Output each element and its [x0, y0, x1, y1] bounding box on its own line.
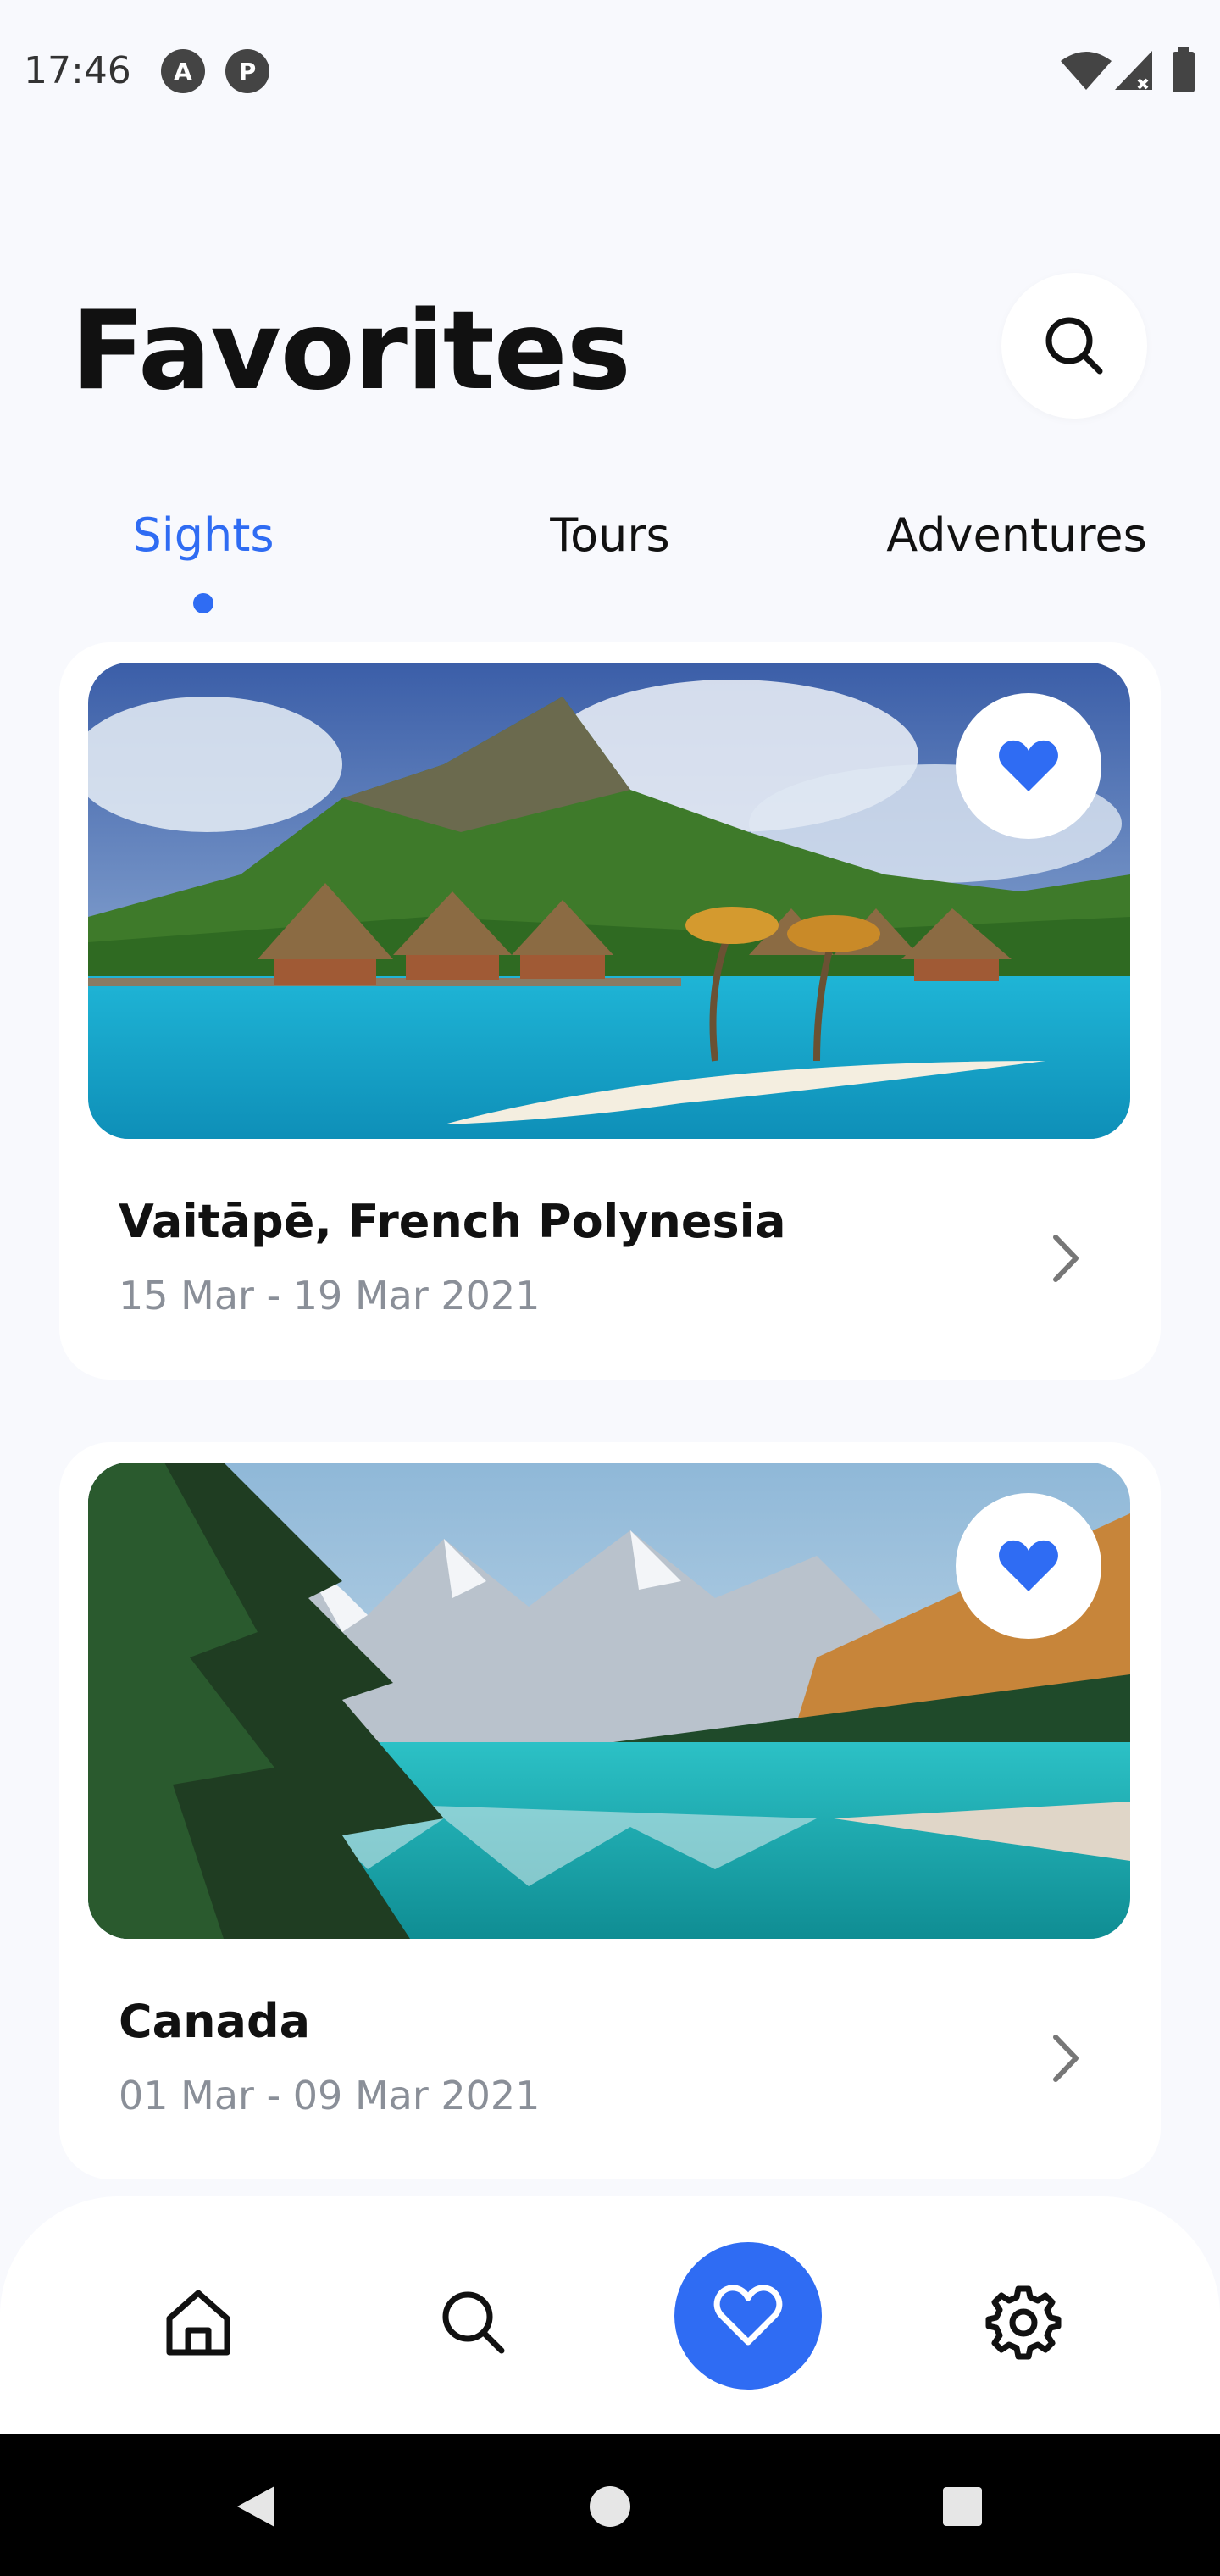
heart-icon — [713, 2285, 783, 2346]
search-icon — [1045, 317, 1103, 375]
home-icon — [166, 2290, 230, 2356]
tab-sights[interactable]: Sights — [119, 508, 288, 562]
tab-tours[interactable]: Tours — [508, 508, 712, 562]
cellular-signal-icon — [1115, 51, 1152, 90]
notification-app-icon-2: P — [225, 49, 269, 93]
home-button[interactable] — [585, 2481, 635, 2532]
nav-search[interactable] — [422, 2271, 524, 2373]
nav-favorites[interactable] — [674, 2242, 822, 2390]
page-title: Favorites — [71, 288, 631, 414]
favorite-card[interactable]: Vaitāpē, French Polynesia 15 Mar - 19 Ma… — [59, 642, 1161, 1380]
favorite-toggle-button[interactable] — [956, 693, 1101, 839]
chevron-right-icon[interactable] — [1047, 1230, 1084, 1286]
heart-filled-icon — [999, 740, 1058, 791]
search-button[interactable] — [1001, 273, 1147, 419]
chevron-right-icon[interactable] — [1047, 2030, 1084, 2086]
recents-square-icon — [943, 2487, 982, 2526]
recents-button[interactable] — [937, 2481, 988, 2532]
home-circle-icon — [590, 2486, 630, 2527]
gear-icon — [985, 2285, 1062, 2360]
battery-icon — [1173, 47, 1195, 92]
back-button[interactable] — [230, 2481, 281, 2532]
nav-home[interactable] — [147, 2271, 249, 2373]
search-icon — [442, 2291, 505, 2354]
system-navigation-bar — [0, 2434, 1220, 2576]
trip-dates: 15 Mar - 19 Mar 2021 — [119, 1273, 541, 1319]
notification-app-icon: A — [161, 49, 205, 93]
active-tab-indicator — [193, 593, 214, 613]
destination-name: Vaitāpē, French Polynesia — [119, 1195, 786, 1248]
destination-name: Canada — [119, 1995, 311, 2048]
back-triangle-icon — [237, 2486, 274, 2527]
trip-dates: 01 Mar - 09 Mar 2021 — [119, 2073, 541, 2118]
heart-filled-icon — [999, 1540, 1058, 1591]
wifi-icon — [1061, 52, 1112, 90]
status-time: 17:46 — [24, 49, 131, 92]
status-bar: 17:46 A P — [0, 0, 1220, 144]
tab-adventures[interactable]: Adventures — [881, 508, 1152, 562]
favorite-toggle-button[interactable] — [956, 1493, 1101, 1639]
favorite-card[interactable]: Canada 01 Mar - 09 Mar 2021 — [59, 1442, 1161, 2179]
nav-settings[interactable] — [973, 2271, 1074, 2373]
